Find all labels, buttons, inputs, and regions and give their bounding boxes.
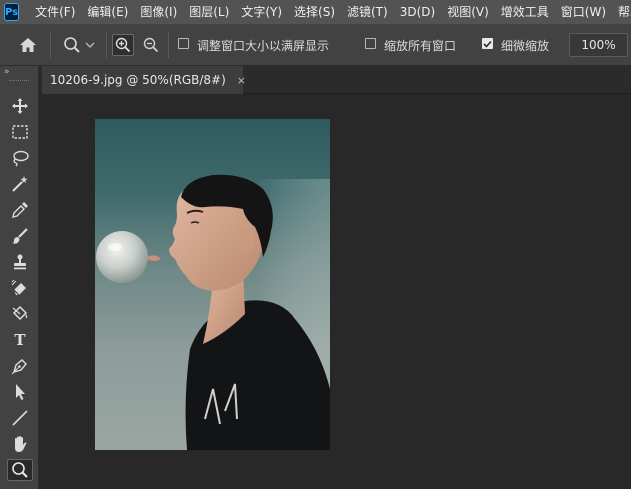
path-selection-tool-icon[interactable] — [7, 381, 33, 403]
menu-bar: Ps 文件(F) 编辑(E) 图像(I) 图层(L) 文字(Y) 选择(S) 滤… — [0, 0, 631, 24]
type-tool-icon[interactable]: T — [7, 329, 33, 351]
document-tab-bar: 10206-9.jpg @ 50%(RGB/8#) × — [39, 66, 631, 94]
menu-view[interactable]: 视图(V) — [441, 0, 495, 24]
zoom-all-windows-label: 缩放所有窗口 — [384, 38, 457, 53]
menu-help[interactable]: 帮助(H) — [612, 0, 631, 24]
chevron-down-icon — [85, 42, 95, 48]
eyedropper-tool-icon[interactable] — [7, 199, 33, 221]
menu-image[interactable]: 图像(I) — [134, 0, 183, 24]
zoom-all-windows-checkbox[interactable] — [365, 38, 376, 49]
close-icon[interactable]: × — [237, 74, 246, 87]
collapse-panel-icon[interactable]: » — [4, 67, 9, 77]
options-bar: 调整窗口大小以满屏显示 缩放所有窗口 细微缩放 — [0, 24, 631, 66]
resize-windows-checkbox[interactable] — [178, 38, 189, 49]
lasso-tool-icon[interactable] — [7, 147, 33, 169]
line-tool-icon[interactable] — [7, 407, 33, 429]
zoom-percent-field[interactable]: 100% — [569, 33, 628, 57]
menu-file[interactable]: 文件(F) — [29, 0, 81, 24]
zoom-in-button[interactable] — [112, 34, 134, 56]
hand-tool-icon[interactable] — [7, 433, 33, 455]
zoom-out-icon — [143, 37, 159, 53]
menu-3d[interactable]: 3D(D) — [394, 0, 441, 24]
menu-window[interactable]: 窗口(W) — [555, 0, 612, 24]
checkbox-box[interactable] — [365, 38, 376, 49]
menu-plugins[interactable]: 增效工具 — [495, 0, 555, 24]
portrait-photo — [96, 174, 330, 450]
menu-type[interactable]: 文字(Y) — [235, 0, 288, 24]
panel-grip[interactable] — [9, 80, 29, 83]
eraser-tool-icon[interactable] — [7, 277, 33, 299]
marquee-tool-icon[interactable] — [7, 121, 33, 143]
separator — [50, 32, 51, 58]
paint-bucket-tool-icon[interactable] — [7, 303, 33, 325]
zoom-out-button[interactable] — [140, 34, 162, 56]
checkmark-icon — [483, 40, 492, 48]
menu-layer[interactable]: 图层(L) — [183, 0, 235, 24]
scrubby-zoom-checkbox[interactable] — [482, 38, 493, 49]
zoom-preset-icon — [64, 37, 80, 53]
menu-edit[interactable]: 编辑(E) — [81, 0, 134, 24]
document-tab[interactable]: 10206-9.jpg @ 50%(RGB/8#) × — [42, 66, 246, 94]
home-icon[interactable] — [16, 34, 40, 56]
photoshop-logo-icon[interactable]: Ps — [4, 3, 20, 21]
tools-panel: » T — [0, 66, 39, 489]
document-tab-title: 10206-9.jpg @ 50%(RGB/8#) — [50, 73, 226, 87]
checkbox-box[interactable] — [178, 38, 189, 49]
separator — [106, 32, 107, 58]
brush-tool-icon[interactable] — [7, 225, 33, 247]
zoom-in-icon — [115, 37, 131, 53]
pen-tool-icon[interactable] — [7, 355, 33, 377]
separator — [168, 32, 169, 58]
resize-windows-label: 调整窗口大小以满屏显示 — [197, 38, 330, 53]
tool-preset-picker[interactable] — [59, 34, 99, 56]
menu-filter[interactable]: 滤镜(T) — [341, 0, 394, 24]
zoom-tool-icon[interactable] — [7, 459, 33, 481]
clone-stamp-tool-icon[interactable] — [7, 251, 33, 273]
move-tool-icon[interactable] — [7, 95, 33, 117]
menu-select[interactable]: 选择(S) — [288, 0, 341, 24]
magic-wand-tool-icon[interactable] — [7, 173, 33, 195]
document-canvas-image[interactable] — [95, 119, 330, 450]
scrubby-zoom-label: 细微缩放 — [501, 38, 550, 53]
checkbox-checked-box[interactable] — [482, 38, 493, 49]
